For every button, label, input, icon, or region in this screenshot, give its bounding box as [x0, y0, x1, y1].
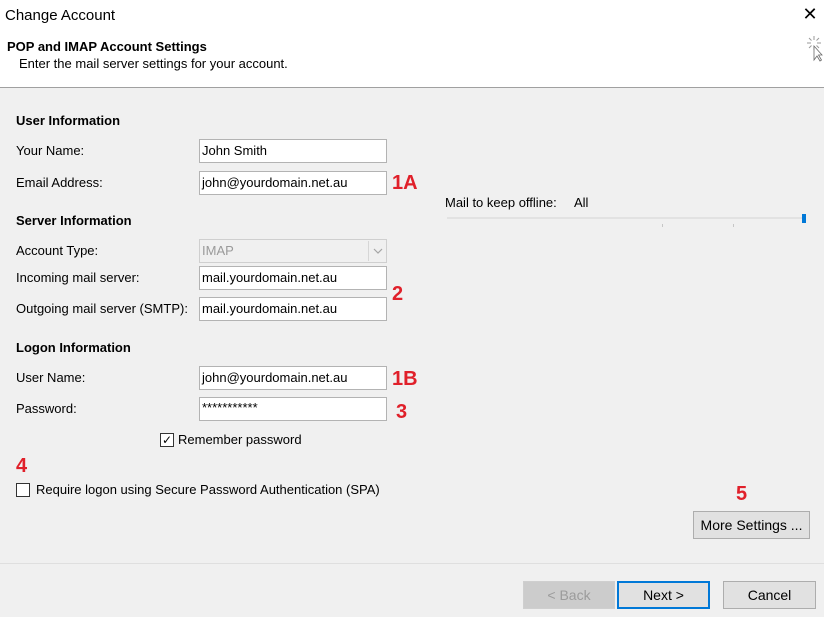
remember-password-checkbox[interactable]: ✓	[160, 432, 174, 447]
back-button: < Back	[523, 581, 615, 609]
spa-checkbox[interactable]	[16, 482, 30, 497]
footer-divider	[0, 563, 824, 564]
outgoing-server-input[interactable]: mail.yourdomain.net.au	[199, 297, 387, 321]
logon-information-heading: Logon Information	[16, 340, 131, 355]
next-button[interactable]: Next >	[617, 581, 710, 609]
user-name-input[interactable]: john@yourdomain.net.au	[199, 366, 387, 390]
your-name-label: Your Name:	[16, 143, 85, 158]
annotation-4: 4	[16, 455, 28, 477]
close-icon[interactable]: ✕	[800, 3, 820, 25]
check-icon: ✓	[161, 432, 173, 447]
offline-label: Mail to keep offline:	[445, 195, 557, 210]
annotation-3: 3	[396, 401, 408, 423]
email-address-input[interactable]: john@yourdomain.net.au	[199, 171, 387, 195]
server-information-heading: Server Information	[16, 213, 132, 228]
offline-value: All	[574, 195, 589, 210]
loading-cursor-icon	[805, 34, 823, 62]
spa-option[interactable]: Require logon using Secure Password Auth…	[16, 482, 380, 497]
spa-label: Require logon using Secure Password Auth…	[36, 482, 380, 497]
dialog-subheading: Enter the mail server settings for your …	[19, 56, 288, 71]
email-address-label: Email Address:	[16, 175, 103, 190]
incoming-server-label: Incoming mail server:	[16, 270, 140, 285]
annotation-5: 5	[736, 483, 748, 505]
your-name-input[interactable]: John Smith	[199, 139, 387, 163]
annotation-2: 2	[392, 283, 404, 305]
account-type-label: Account Type:	[16, 243, 99, 258]
account-type-select: IMAP	[199, 239, 387, 263]
annotation-1b: 1B	[392, 368, 418, 390]
chevron-down-icon	[368, 241, 386, 261]
dialog-heading: POP and IMAP Account Settings	[7, 39, 207, 54]
remember-password-label: Remember password	[178, 432, 302, 447]
slider-tick	[662, 224, 663, 227]
cancel-button[interactable]: Cancel	[723, 581, 816, 609]
offline-slider-track[interactable]	[447, 217, 806, 219]
password-input[interactable]: ***********	[199, 397, 387, 421]
account-type-value: IMAP	[202, 243, 234, 258]
window-title: Change Account	[5, 7, 116, 24]
incoming-server-input[interactable]: mail.yourdomain.net.au	[199, 266, 387, 290]
more-settings-button[interactable]: More Settings ...	[693, 511, 810, 539]
offline-slider-thumb[interactable]	[802, 214, 806, 223]
annotation-1a: 1A	[392, 172, 418, 194]
outgoing-server-label: Outgoing mail server (SMTP):	[16, 301, 188, 316]
remember-password-option[interactable]: ✓ Remember password	[160, 432, 302, 447]
slider-tick	[733, 224, 734, 227]
user-information-heading: User Information	[16, 113, 121, 128]
user-name-label: User Name:	[16, 370, 86, 385]
password-label: Password:	[16, 401, 77, 416]
